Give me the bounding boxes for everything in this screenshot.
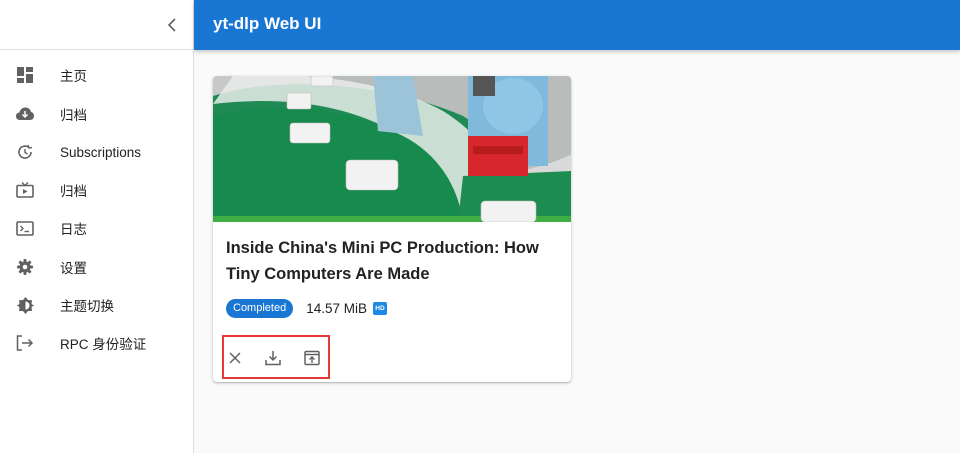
sidebar-item-settings[interactable]: 设置: [0, 249, 194, 285]
sidebar-header: [0, 0, 193, 50]
sidebar-item-label: RPC 身份验证: [60, 337, 147, 352]
sidebar-item-theme-toggle[interactable]: 主题切换: [0, 287, 194, 323]
sidebar-item-label: 归档: [60, 108, 87, 123]
sidebar-item-label: Subscriptions: [60, 144, 142, 160]
terminal-icon: [16, 219, 34, 237]
sidebar-item-label: 设置: [60, 261, 87, 276]
sidebar-item-archive[interactable]: 归档: [0, 96, 194, 132]
sidebar-item-label: 日志: [60, 222, 87, 237]
live-tv-icon: [16, 181, 34, 199]
open-in-new-tab-button[interactable]: [302, 348, 322, 368]
sidebar-item-label: 归档: [60, 184, 87, 199]
sidebar-item-home[interactable]: 主页: [0, 57, 194, 93]
close-icon: [229, 352, 241, 364]
sidebar-item-label: 主题切换: [60, 299, 114, 314]
sidebar-item-archive-tv[interactable]: 归档: [0, 172, 194, 208]
video-title: Inside China's Mini PC Production: How T…: [226, 239, 539, 283]
file-size: 14.57 MiB: [306, 300, 367, 316]
download-icon: [265, 351, 281, 366]
open-in-new-tab-icon: [304, 350, 320, 366]
sidebar-item-subscriptions[interactable]: Subscriptions: [0, 134, 194, 170]
app-title: yt-dlp Web UI: [213, 14, 322, 33]
update-icon: [16, 143, 34, 161]
settings-icon: [16, 258, 34, 276]
sidebar-item-label: 主页: [60, 69, 87, 84]
dashboard-icon: [16, 66, 34, 84]
video-meta: Completed 14.57 MiB HD: [226, 298, 387, 318]
download-button[interactable]: [263, 348, 283, 368]
sidebar: 主页 归档 Subscriptions 归档 日志 设置 主题切换 RPC 身份…: [0, 0, 194, 453]
status-badge: Completed: [226, 298, 294, 318]
app-bar: yt-dlp Web UI: [194, 0, 960, 50]
remove-button[interactable]: [225, 348, 245, 368]
brightness-icon: [16, 296, 34, 314]
video-thumbnail[interactable]: [213, 76, 571, 222]
chevron-left-icon: [167, 18, 176, 32]
sidebar-item-logs[interactable]: 日志: [0, 210, 194, 246]
download-card: Inside China's Mini PC Production: How T…: [213, 76, 571, 382]
hd-icon: HD: [373, 301, 387, 315]
logout-icon: [16, 334, 34, 352]
sidebar-item-rpc-auth[interactable]: RPC 身份验证: [0, 325, 194, 361]
cloud-download-icon: [16, 105, 34, 123]
collapse-sidebar-button[interactable]: [163, 15, 181, 35]
